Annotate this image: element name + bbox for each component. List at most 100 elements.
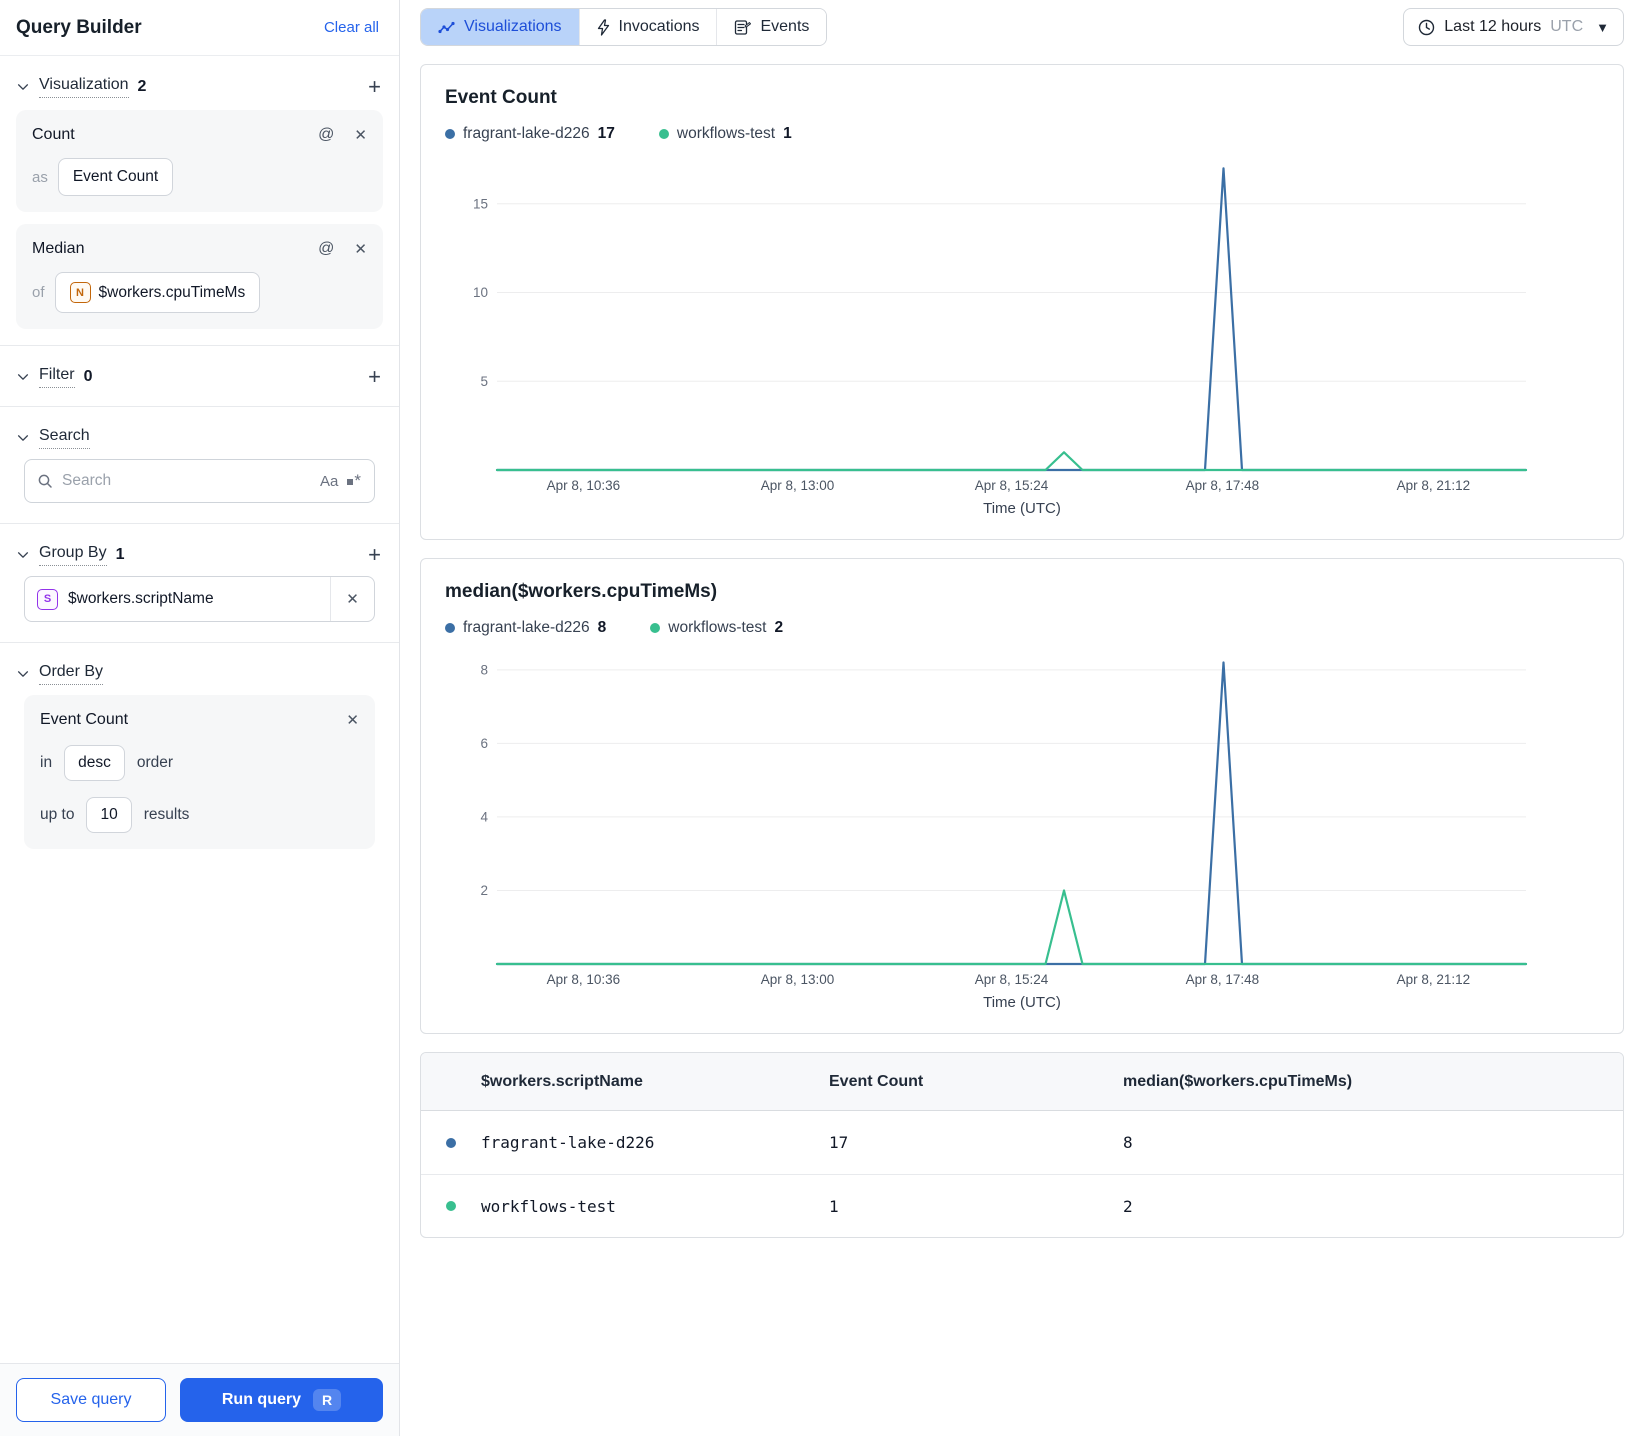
search-icon [37, 473, 53, 489]
svg-text:Apr 8, 13:00: Apr 8, 13:00 [761, 972, 835, 987]
main-topbar: Visualizations Invocations Events Last 1… [420, 8, 1624, 46]
legend-dot [658, 129, 669, 139]
close-icon[interactable]: ✕ [346, 713, 359, 728]
median-cputime-chart-card: median($workers.cpuTimeMs) fragrant-lake… [420, 558, 1624, 1034]
legend-item[interactable]: workflows-test 1 [658, 125, 792, 143]
legend-dot [445, 129, 455, 139]
legend-item[interactable]: workflows-test 2 [650, 619, 783, 637]
time-range-select[interactable]: Last 12 hours UTC ▼ [1403, 8, 1624, 46]
line-chart-icon [438, 20, 455, 35]
at-icon[interactable]: @ [318, 127, 334, 143]
sidebar-header: Query Builder Clear all [0, 0, 399, 56]
visualization-section: Visualization 2 + Count @ ✕ as Event Cou… [0, 56, 399, 345]
main-content: Visualizations Invocations Events Last 1… [400, 0, 1640, 1436]
svg-text:Apr 8, 10:36: Apr 8, 10:36 [547, 972, 621, 987]
script-name-cell: workflows-test [481, 1196, 616, 1216]
add-filter-button[interactable]: + [366, 366, 383, 388]
visualization-count: 2 [137, 78, 147, 95]
group-by-label: Group By [39, 544, 107, 566]
visualization-label: Visualization [39, 76, 129, 98]
legend-series-value: 2 [774, 619, 784, 636]
legend-dot [650, 623, 661, 633]
svg-text:Apr 8, 10:36: Apr 8, 10:36 [547, 478, 621, 493]
order-by-section: Order By Event Count ✕ in desc order up … [0, 642, 399, 865]
svg-text:10: 10 [473, 285, 488, 300]
remove-group-by-button[interactable]: ✕ [330, 577, 374, 621]
close-icon[interactable]: ✕ [354, 128, 367, 143]
add-group-by-button[interactable]: + [366, 544, 383, 566]
table-row[interactable]: workflows-test 1 2 [421, 1174, 1623, 1237]
order-by-field: Event Count [40, 711, 129, 728]
chart-plot[interactable]: 5 10 15 Apr 8, 10:36 Apr 8, 13:00 Apr 8, 15:2… [445, 153, 1599, 498]
series-color-dot [446, 1201, 456, 1211]
chevron-down-icon[interactable] [16, 370, 30, 384]
chart-title: median($workers.cpuTimeMs) [445, 581, 718, 602]
median-cell: 2 [1123, 1196, 1133, 1216]
svg-text:Apr 8, 21:12: Apr 8, 21:12 [1397, 478, 1471, 493]
group-by-count: 1 [115, 546, 125, 563]
close-icon[interactable]: ✕ [354, 242, 367, 257]
sort-direction-select[interactable]: desc [64, 745, 125, 781]
chevron-down-icon[interactable] [16, 80, 30, 94]
visualization-section-header: Visualization 2 + [16, 76, 383, 98]
svg-text:Apr 8, 15:24: Apr 8, 15:24 [975, 972, 1049, 987]
clear-all-button[interactable]: Clear all [324, 19, 379, 36]
chart-legend: fragrant-lake-d226 8 workflows-test 2 [445, 619, 1599, 637]
svg-text:15: 15 [473, 196, 488, 211]
chevron-down-icon[interactable] [16, 667, 30, 681]
column-header-median: median($workers.cpuTimeMs) [1123, 1072, 1353, 1090]
legend-series-name: workflows-test [668, 619, 767, 636]
svg-text:Apr 8, 17:48: Apr 8, 17:48 [1186, 972, 1260, 987]
legend-item[interactable]: fragrant-lake-d226 17 [445, 125, 615, 143]
legend-series-name: workflows-test [676, 125, 776, 142]
legend-series-value: 1 [783, 125, 792, 142]
query-builder-sidebar: Query Builder Clear all Visualization 2 … [0, 0, 400, 1436]
result-limit-input[interactable]: 10 [86, 797, 132, 833]
median-field-selector[interactable]: N $workers.cpuTimeMs [54, 272, 261, 313]
events-list-icon [734, 19, 752, 36]
view-tabs: Visualizations Invocations Events [420, 8, 828, 46]
event-count-alias-field[interactable]: Event Count [57, 158, 174, 196]
legend-item[interactable]: fragrant-lake-d226 8 [445, 619, 606, 637]
group-by-field[interactable]: S $workers.scriptName ✕ [24, 576, 375, 622]
tab-label: Invocations [618, 18, 700, 35]
case-sensitive-icon[interactable]: Aa [320, 473, 338, 490]
tab-visualizations[interactable]: Visualizations [421, 9, 579, 45]
event-count-cell: 17 [829, 1133, 849, 1152]
save-query-button[interactable]: Save query [16, 1378, 166, 1422]
run-query-button[interactable]: Run query R [180, 1378, 383, 1422]
median-visualization-card: Median @ ✕ of N $workers.cpuTimeMs [16, 224, 383, 329]
sidebar-content: Visualization 2 + Count @ ✕ as Event Cou… [0, 56, 399, 1436]
lightning-icon [597, 18, 610, 36]
up-to-label: up to [40, 806, 75, 823]
number-type-icon: N [69, 282, 91, 303]
event-count-chart-card: Event Count fragrant-lake-d226 17 workflow… [420, 64, 1624, 540]
column-header-script-name: $workers.scriptName [481, 1072, 643, 1090]
tab-events[interactable]: Events [716, 9, 827, 45]
event-count-cell: 1 [829, 1196, 839, 1216]
chart-legend: fragrant-lake-d226 17 workflows-test 1 [445, 125, 1599, 143]
x-axis-label: Time (UTC) [983, 994, 1061, 1011]
in-label: in [40, 754, 53, 771]
tab-label: Events [760, 18, 810, 35]
string-type-icon: S [37, 588, 58, 610]
x-axis-label: Time (UTC) [983, 500, 1061, 517]
legend-series-value: 17 [597, 125, 615, 142]
at-icon[interactable]: @ [318, 241, 334, 257]
chevron-down-icon[interactable] [16, 431, 30, 445]
search-field-container: Aa * [24, 459, 375, 503]
median-cell: 8 [1123, 1133, 1133, 1152]
table-row[interactable]: fragrant-lake-d226 17 8 [421, 1111, 1623, 1174]
group-by-field-value: $workers.scriptName [68, 590, 214, 607]
search-section: Search Aa * [0, 406, 399, 523]
svg-text:5: 5 [480, 374, 488, 389]
time-range-label: Last 12 hours [1444, 18, 1542, 35]
regex-icon[interactable]: * [347, 472, 362, 489]
results-label: results [143, 806, 190, 823]
search-input[interactable] [62, 472, 312, 490]
tab-invocations[interactable]: Invocations [578, 9, 717, 45]
add-visualization-button[interactable]: + [366, 76, 383, 98]
chevron-down-icon[interactable] [16, 548, 30, 562]
svg-text:Apr 8, 13:00: Apr 8, 13:00 [761, 478, 835, 493]
chart-plot[interactable]: 2 4 6 8 Apr 8, 10:36 Apr 8, 13:00 Apr 8, 15:24… [445, 647, 1599, 992]
